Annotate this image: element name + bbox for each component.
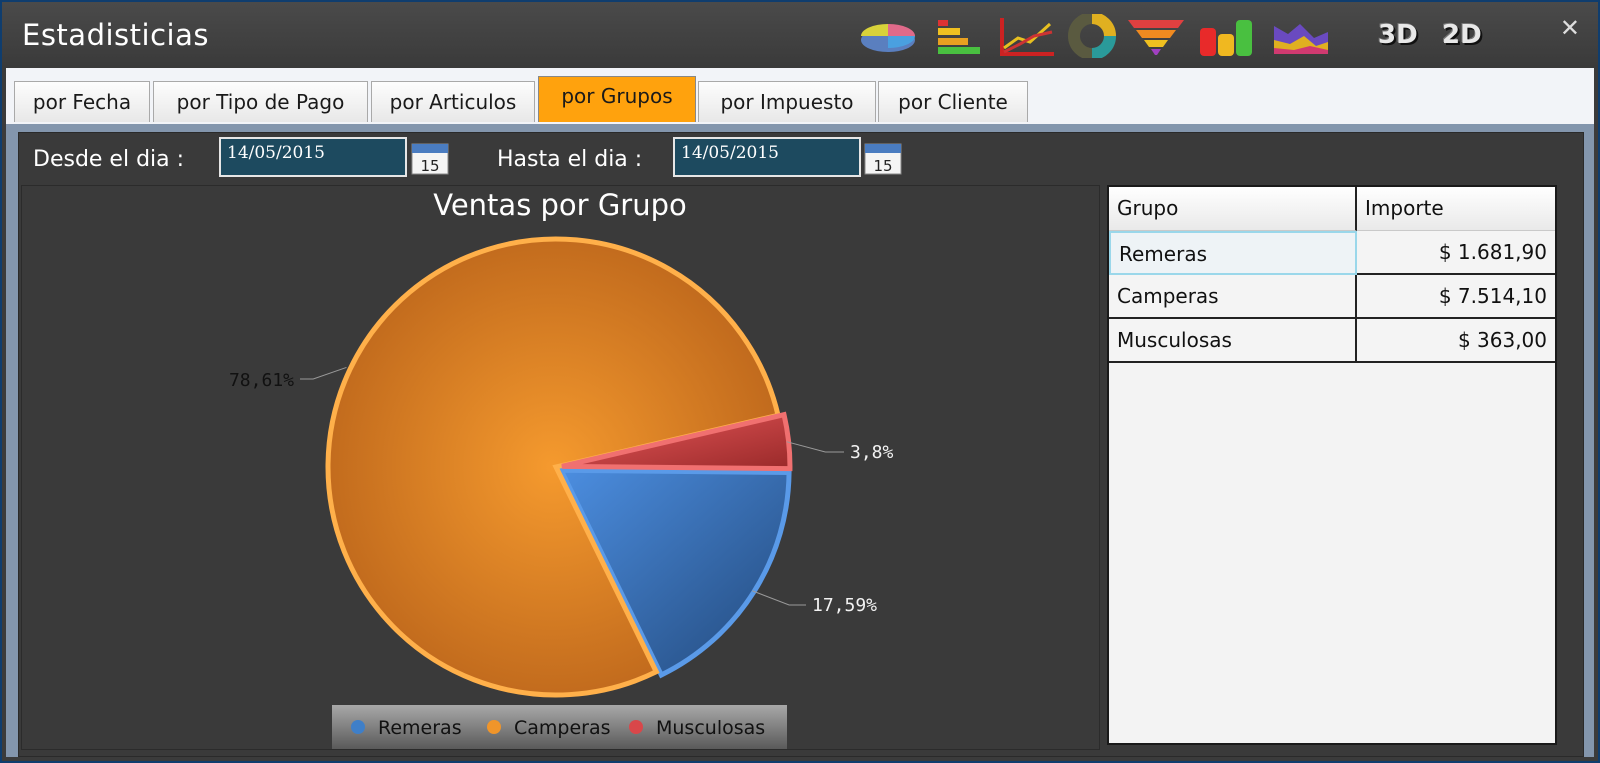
doughnut-chart-icon[interactable] bbox=[1062, 12, 1122, 60]
table-cell-grupo[interactable]: Camperas bbox=[1109, 275, 1357, 319]
tab-por-cliente[interactable]: por Cliente bbox=[878, 81, 1028, 122]
table-row[interactable]: Remeras $ 1.681,90 bbox=[1109, 231, 1555, 275]
from-date-input[interactable]: 14/05/2015 bbox=[219, 137, 407, 177]
groups-table: Grupo Importe Remeras $ 1.681,90 Campera… bbox=[1107, 185, 1557, 745]
from-date-label: Desde el dia : bbox=[33, 147, 185, 172]
tab-por-tipo-de-pago[interactable]: por Tipo de Pago bbox=[153, 81, 368, 122]
column-chart-icon[interactable] bbox=[1196, 14, 1256, 58]
pie-percent-label-camperas: 78,61% bbox=[229, 370, 294, 391]
statistics-window: Estadisticias 3D 2D ✕ por Fecha por Tipo… bbox=[0, 0, 1600, 763]
chart-panel: Ventas por Grupo 17,59% 78,61% 3,8% Remera… bbox=[21, 185, 1100, 750]
table-cell-importe[interactable]: $ 7.514,10 bbox=[1357, 275, 1555, 319]
2d-toggle-button[interactable]: 2D bbox=[1442, 20, 1482, 50]
tab-por-grupos[interactable]: por Grupos bbox=[538, 76, 696, 122]
svg-text:15: 15 bbox=[873, 157, 892, 175]
pie-chart[interactable]: Ventas por Grupo 17,59% 78,61% 3,8% Remera… bbox=[22, 186, 1099, 749]
legend-label-musculosas[interactable]: Musculosas bbox=[656, 717, 765, 739]
table-cell-importe[interactable]: $ 1.681,90 bbox=[1357, 231, 1555, 275]
funnel-chart-icon[interactable] bbox=[1126, 14, 1186, 58]
legend-swatch-musculosas bbox=[629, 720, 643, 734]
legend-swatch-remeras bbox=[351, 720, 365, 734]
column-header-importe[interactable]: Importe bbox=[1357, 187, 1555, 231]
pie-label-leader-line bbox=[752, 590, 806, 606]
pie-label-leader-line bbox=[786, 441, 844, 453]
pie-chart-icon[interactable] bbox=[858, 14, 918, 58]
table-row[interactable]: Camperas $ 7.514,10 bbox=[1109, 275, 1555, 319]
area-chart-icon[interactable] bbox=[1270, 14, 1330, 58]
tab-por-fecha[interactable]: por Fecha bbox=[14, 81, 150, 122]
line-chart-icon[interactable] bbox=[998, 14, 1058, 58]
calendar-icon[interactable]: 15 bbox=[864, 141, 902, 175]
tab-por-articulos[interactable]: por Articulos bbox=[371, 81, 535, 122]
calendar-icon[interactable]: 15 bbox=[411, 141, 449, 175]
close-icon[interactable]: ✕ bbox=[1560, 14, 1580, 42]
title-bar: Estadisticias 3D 2D ✕ bbox=[2, 2, 1598, 68]
report-panel: Desde el dia : 14/05/2015 15 Hasta el di… bbox=[18, 132, 1584, 757]
svg-text:15: 15 bbox=[420, 157, 439, 175]
legend-label-camperas[interactable]: Camperas bbox=[514, 717, 611, 739]
chart-title: Ventas por Grupo bbox=[433, 188, 687, 222]
window-title: Estadisticias bbox=[22, 18, 209, 52]
table-header-row: Grupo Importe bbox=[1109, 187, 1555, 231]
table-cell-importe[interactable]: $ 363,00 bbox=[1357, 319, 1555, 363]
pie-percent-label-musculosas: 3,8% bbox=[850, 442, 894, 463]
tab-por-impuesto[interactable]: por Impuesto bbox=[698, 81, 876, 122]
3d-toggle-button[interactable]: 3D bbox=[1378, 20, 1418, 50]
table-cell-grupo[interactable]: Remeras bbox=[1109, 231, 1357, 275]
bar-chart-icon[interactable] bbox=[930, 14, 990, 58]
legend-swatch-camperas bbox=[487, 720, 501, 734]
pie-percent-label-remeras: 17,59% bbox=[812, 595, 877, 616]
table-cell-grupo[interactable]: Musculosas bbox=[1109, 319, 1357, 363]
legend-label-remeras[interactable]: Remeras bbox=[378, 717, 462, 739]
to-date-input[interactable]: 14/05/2015 bbox=[673, 137, 861, 177]
tab-strip: por Fecha por Tipo de Pago por Articulos… bbox=[6, 68, 1594, 124]
column-header-grupo[interactable]: Grupo bbox=[1109, 187, 1357, 231]
to-date-label: Hasta el dia : bbox=[497, 147, 643, 172]
table-row[interactable]: Musculosas $ 363,00 bbox=[1109, 319, 1555, 363]
pie-label-leader-line bbox=[300, 366, 347, 380]
tab-content: Desde el dia : 14/05/2015 15 Hasta el di… bbox=[6, 124, 1594, 757]
